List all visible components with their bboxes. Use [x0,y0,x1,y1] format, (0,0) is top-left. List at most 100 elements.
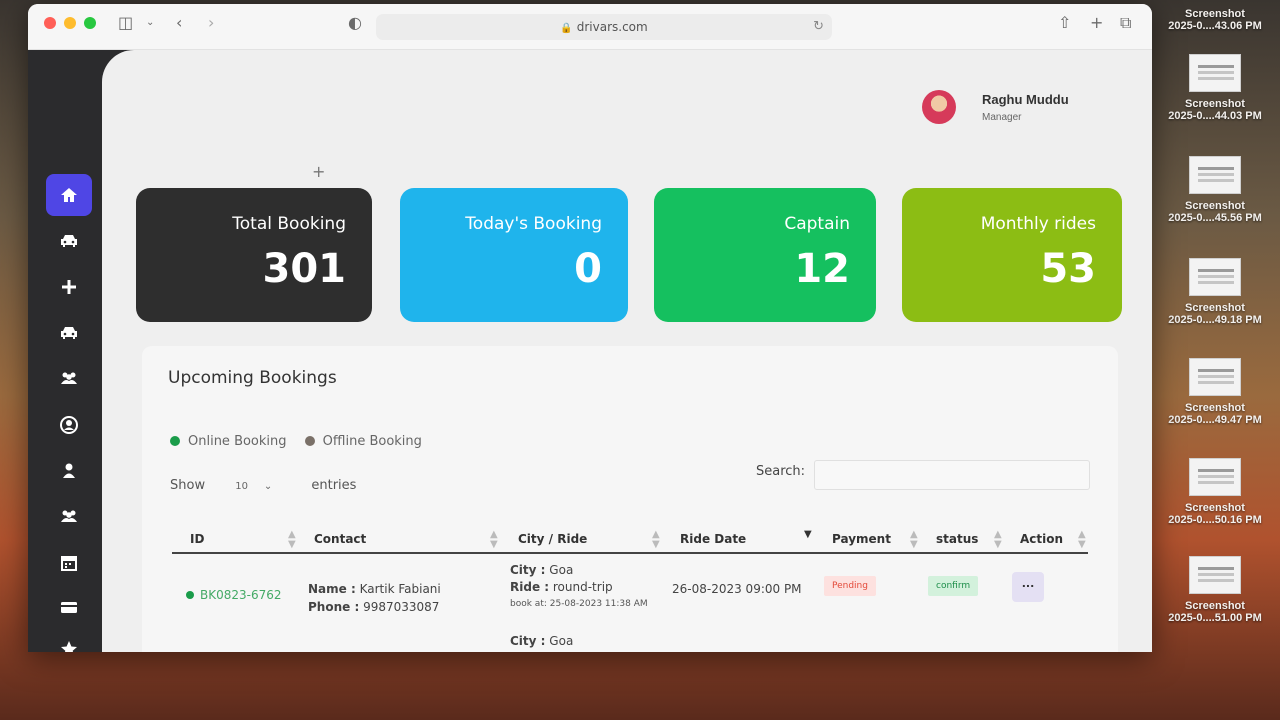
desktop-file[interactable]: Screenshot 2025-0....49.47 PM [1150,358,1280,426]
sort-desc-icon[interactable]: ▼ [804,530,812,540]
legend-offline: Offline Booking [304,434,422,449]
card-value: 53 [1040,246,1096,292]
sidebar-item-team[interactable] [46,496,92,538]
sidebar [28,50,106,652]
city-label: City : [510,634,546,648]
stat-card-total-booking[interactable]: Total Booking 301 [136,188,372,322]
ride-label: Ride : [510,580,550,594]
sidebar-item-payments[interactable] [46,586,92,628]
entries-label: entries [311,478,357,493]
desktop-file[interactable]: Screenshot 2025-0....51.00 PM [1150,556,1280,624]
new-tab-icon[interactable]: + [1090,13,1103,33]
home-icon [61,188,77,202]
sidebar-toggle-icon[interactable]: ◫ [118,13,133,33]
minimize-window-button[interactable] [64,17,76,29]
sort-icon[interactable]: ▲ ▼ [652,530,660,550]
car-icon [61,235,77,247]
desktop-file[interactable]: Screenshot 2025-0....50.16 PM [1150,458,1280,526]
sidebar-item-favorites[interactable] [46,628,92,652]
file-thumbnail [1189,556,1241,594]
stat-card-todays-booking[interactable]: Today's Booking 0 [400,188,628,322]
sidebar-item-vehicles[interactable] [46,312,92,354]
file-thumbnail [1189,54,1241,92]
calendar-icon [61,556,77,571]
sidebar-item-user[interactable] [46,450,92,492]
card-title: Captain [784,214,850,234]
stat-card-captain[interactable]: Captain 12 [654,188,876,322]
share-icon[interactable]: ⇧ [1058,13,1071,33]
table-row-partial[interactable]: City : Goa [510,634,573,648]
search-input[interactable] [814,460,1090,490]
booking-legend: Online Booking Offline Booking [170,434,436,449]
desktop-file[interactable]: Screenshot 2025-0....43.06 PM [1150,8,1280,32]
sort-icon[interactable]: ▲ ▼ [1078,530,1086,550]
contact-cell: Name : Kartik Fabiani Phone : 9987033087 [308,580,441,616]
desktop-file[interactable]: Screenshot 2025-0....45.56 PM [1150,156,1280,224]
sidebar-item-add[interactable] [46,266,92,308]
entries-select[interactable]: 10 ⌄ [235,481,285,492]
file-thumbnail [1189,358,1241,396]
desktop-file[interactable]: Screenshot 2025-0....49.18 PM [1150,258,1280,326]
maximize-window-button[interactable] [84,17,96,29]
reload-icon[interactable]: ↻ [813,14,824,40]
col-status[interactable]: status [936,532,978,546]
car-icon [61,327,77,339]
city-value: Goa [549,563,574,577]
chevron-down-icon[interactable]: ⌄ [146,13,154,33]
status-badge[interactable]: confirm [928,576,979,596]
city-ride-cell: City : Goa Ride : round-trip book at: 25… [510,562,648,613]
tabs-overview-icon[interactable]: ⧉ [1120,13,1131,33]
forward-icon[interactable]: › [208,13,214,33]
sidebar-item-rides[interactable] [46,220,92,262]
card-value: 12 [794,246,850,292]
stat-card-monthly-rides[interactable]: Monthly rides 53 [902,188,1122,322]
shield-icon[interactable]: ◐ [348,13,362,33]
back-icon[interactable]: ‹ [176,13,182,33]
sidebar-item-profile[interactable] [46,404,92,446]
col-contact[interactable]: Contact [314,532,366,546]
more-actions-button[interactable]: ... [1012,572,1044,602]
sort-icon[interactable]: ▲ ▼ [910,530,918,550]
user-profile[interactable]: Raghu Muddu Manager [922,90,1122,130]
offline-dot-icon [304,436,315,446]
close-window-button[interactable] [44,17,56,29]
sort-icon[interactable]: ▲ ▼ [490,530,498,550]
card-title: Monthly rides [980,214,1096,234]
user-role: Manager [982,112,1022,123]
file-name: Screenshot [1185,402,1245,414]
ride-value: round-trip [552,580,613,594]
address-bar[interactable]: 🔒 drivars.com ↻ [376,14,832,40]
col-payment[interactable]: Payment [832,532,891,546]
user-circle-icon [60,416,78,434]
search-label: Search: [756,464,806,479]
sort-icon[interactable]: ▲ ▼ [994,530,1002,550]
col-action[interactable]: Action [1020,532,1063,546]
desktop-file[interactable]: Screenshot 2025-0....44.03 PM [1150,54,1280,122]
contact-name: Kartik Fabiani [359,582,441,596]
url-text: drivars.com [576,20,648,34]
file-time: 2025-0....43.06 PM [1168,20,1262,32]
file-thumbnail [1189,156,1241,194]
sidebar-item-home[interactable] [46,174,92,216]
online-dot-icon [186,591,194,599]
file-time: 2025-0....49.47 PM [1168,414,1262,426]
file-time: 2025-0....45.56 PM [1168,212,1262,224]
upcoming-bookings-panel: Upcoming Bookings Online Booking Offline… [142,346,1118,652]
table-row[interactable]: BK0823-6762 Name : Kartik Fabiani Phone … [172,562,1088,626]
col-city-ride[interactable]: City / Ride [518,532,587,546]
sort-icon[interactable]: ▲ ▼ [288,530,296,550]
credit-card-icon [61,602,77,613]
col-id[interactable]: ID [190,532,204,546]
col-ride-date[interactable]: Ride Date [680,532,746,546]
booking-id-text: BK0823-6762 [200,588,282,602]
sidebar-item-calendar[interactable] [46,542,92,584]
name-label: Name : [308,582,356,596]
table-header: ID ▲ ▼ Contact ▲ ▼ City / Ride ▲ ▼ Ride Dat… [172,526,1088,554]
main-content: Raghu Muddu Manager + Total Booking 301 … [102,50,1152,652]
crosshair-cursor-icon: + [312,162,326,181]
card-title: Today's Booking [465,214,602,234]
sidebar-item-groups[interactable] [46,358,92,400]
star-icon [61,641,77,652]
file-name: Screenshot [1185,302,1245,314]
ride-date: 26-08-2023 09:00 PM [672,582,802,596]
